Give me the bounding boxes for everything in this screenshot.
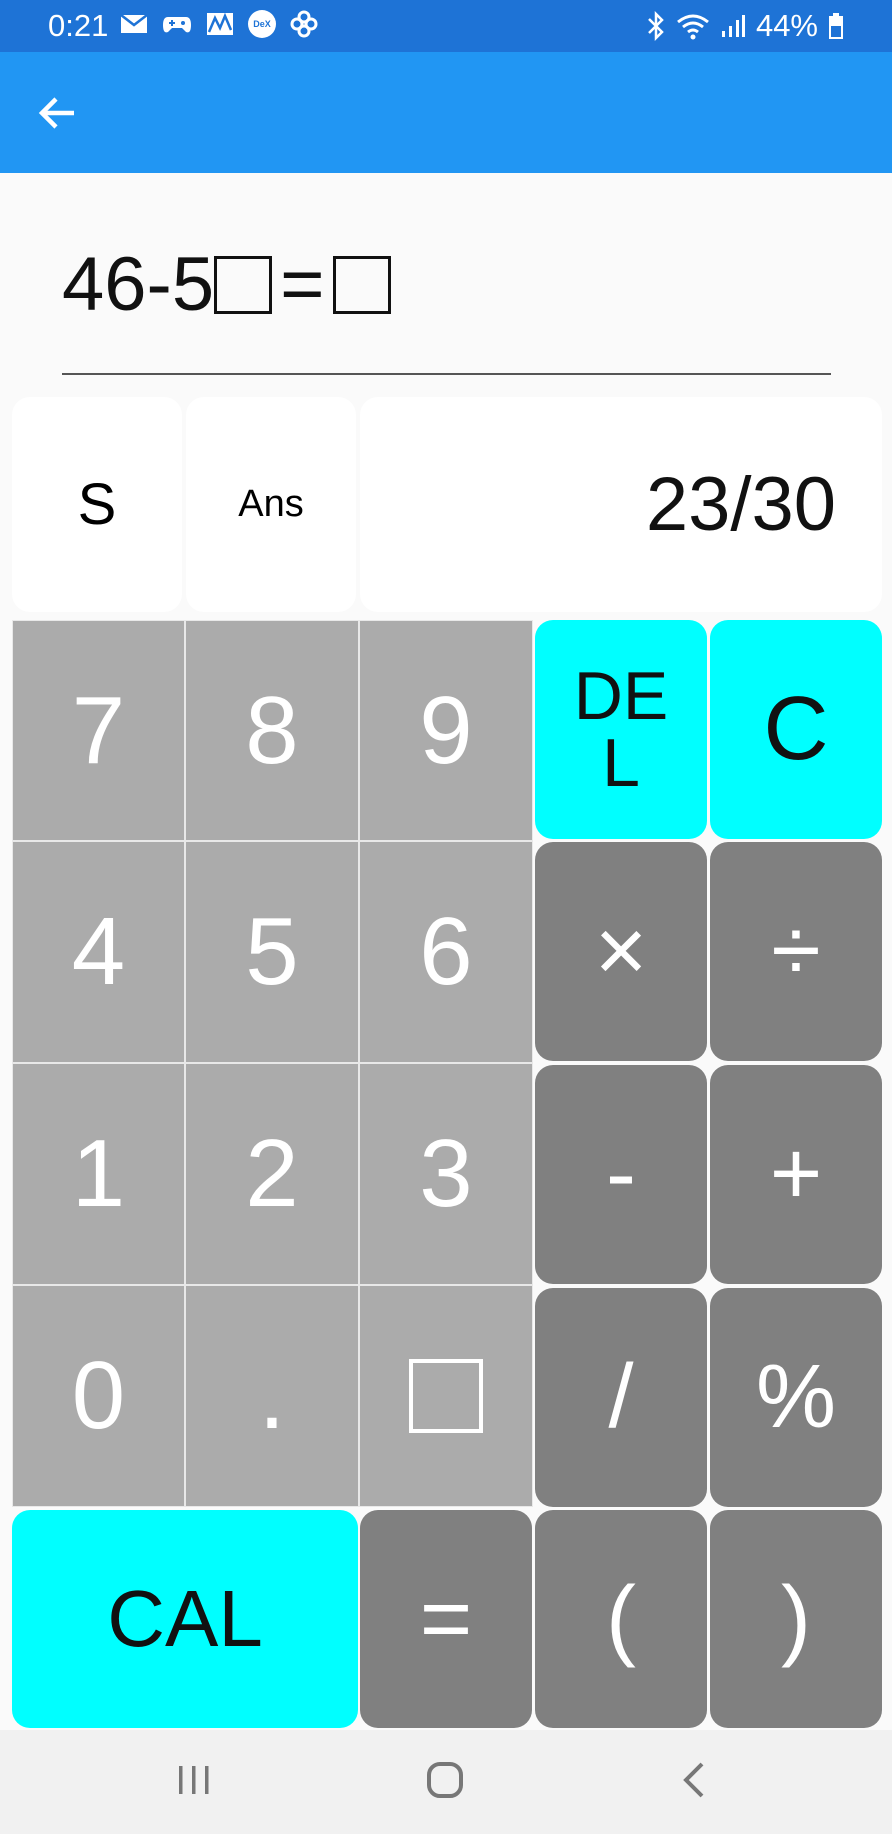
key-4-label: 4 [71, 898, 126, 1005]
status-bar: 0:21 DeX 44% [0, 0, 892, 52]
s-label: S [77, 472, 117, 537]
cal-label: CAL [107, 1574, 263, 1663]
game-icon [163, 17, 191, 33]
plus-button[interactable]: + [710, 1065, 882, 1284]
lparen-button[interactable]: ( [535, 1510, 707, 1728]
key-1-label: 1 [71, 1120, 126, 1227]
expression-underline [62, 373, 831, 375]
status-notification-icons: DeX [120, 10, 318, 38]
expression-text-left: 46-5 [62, 242, 215, 327]
equals-label: = [419, 1568, 473, 1669]
score-text: 23/30 [645, 462, 836, 547]
signal-icon [721, 15, 745, 37]
chart-icon [207, 12, 233, 35]
key-8[interactable]: 8 [185, 620, 359, 841]
score-display: 23/30 [360, 397, 882, 612]
multiply-label: × [594, 901, 648, 1001]
plus-label: + [769, 1124, 823, 1224]
result-box-blank [332, 255, 391, 314]
cal-button[interactable]: CAL [12, 1510, 358, 1728]
bluetooth-icon [648, 11, 664, 41]
app-bar [0, 52, 892, 173]
slash-label: / [608, 1347, 634, 1447]
ans-button[interactable]: Ans [186, 397, 356, 612]
key-0-label: 0 [71, 1342, 126, 1449]
del-label: DE L [573, 657, 669, 801]
key-decimal[interactable]: . [185, 1285, 359, 1507]
divide-button[interactable]: ÷ [710, 842, 882, 1061]
key-8-label: 8 [245, 676, 299, 784]
key-decimal-label: . [258, 1342, 286, 1449]
rparen-label: ) [781, 1568, 811, 1669]
key-0[interactable]: 0 [12, 1285, 185, 1507]
s-button[interactable]: S [12, 397, 182, 612]
navigation-bar [0, 1730, 892, 1834]
minus-button[interactable]: - [535, 1065, 707, 1284]
expression-display: 46-5 = [62, 241, 391, 328]
box-key[interactable] [359, 1285, 533, 1507]
wifi-icon [677, 14, 709, 40]
key-6[interactable]: 6 [359, 841, 533, 1063]
key-5-label: 5 [245, 898, 299, 1005]
key-7[interactable]: 7 [12, 620, 185, 841]
key-5[interactable]: 5 [185, 841, 359, 1063]
expression-area: 46-5 = [0, 173, 892, 383]
divide-label: ÷ [771, 901, 821, 1001]
rparen-button[interactable]: ) [710, 1510, 882, 1728]
key-3-label: 3 [419, 1120, 473, 1227]
lparen-label: ( [606, 1568, 636, 1669]
percent-label: % [755, 1347, 837, 1447]
status-system-icons: 44% [646, 8, 844, 44]
battery-icon [829, 13, 843, 39]
back-icon[interactable] [680, 1760, 710, 1800]
battery-percent: 44% [755, 8, 818, 43]
key-2-label: 2 [245, 1120, 299, 1227]
key-3[interactable]: 3 [359, 1063, 533, 1285]
key-2[interactable]: 2 [185, 1063, 359, 1285]
minus-label: - [606, 1124, 636, 1224]
home-icon[interactable] [425, 1760, 465, 1800]
box-key-icon [409, 1359, 483, 1433]
key-6-label: 6 [419, 898, 473, 1005]
key-4[interactable]: 4 [12, 841, 185, 1063]
percent-button[interactable]: % [710, 1288, 882, 1507]
equals-button[interactable]: = [360, 1510, 532, 1728]
dex-icon: DeX [248, 10, 276, 38]
mail-icon [120, 14, 148, 33]
key-9[interactable]: 9 [359, 620, 533, 841]
key-1[interactable]: 1 [12, 1063, 185, 1285]
pinwheel-icon [290, 10, 318, 38]
clear-button[interactable]: C [710, 620, 882, 839]
key-9-label: 9 [419, 676, 473, 784]
recents-icon[interactable] [176, 1760, 212, 1800]
status-time: 0:21 [48, 8, 109, 43]
ans-label: Ans [238, 483, 304, 525]
answer-box-blank [214, 255, 273, 314]
expression-equals: = [280, 242, 325, 327]
multiply-button[interactable]: × [535, 842, 707, 1061]
clear-label: C [763, 679, 829, 779]
key-7-label: 7 [71, 676, 126, 784]
arrow-back-icon[interactable] [34, 90, 80, 136]
slash-button[interactable]: / [535, 1288, 707, 1507]
del-button[interactable]: DE L [535, 620, 707, 839]
